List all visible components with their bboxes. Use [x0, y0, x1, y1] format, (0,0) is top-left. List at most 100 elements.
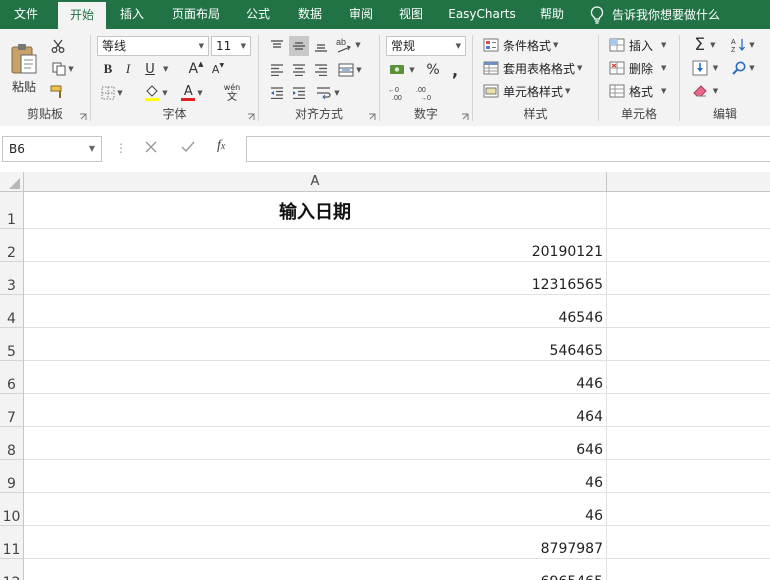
font-color-button[interactable]: A ▼	[175, 82, 209, 104]
wrap-text-button[interactable]: ▼	[313, 83, 343, 103]
accounting-format-button[interactable]: ▼	[386, 60, 418, 80]
table-cell[interactable]	[607, 427, 770, 460]
fill-button[interactable]: ▼	[688, 58, 722, 78]
decrease-decimal-button[interactable]: .00 →0	[414, 83, 438, 103]
increase-indent-button[interactable]	[289, 83, 309, 103]
table-cell[interactable]	[607, 361, 770, 394]
find-select-button[interactable]: ▼	[726, 58, 760, 78]
percent-style-button[interactable]: %	[424, 60, 442, 80]
table-cell[interactable]: 646	[24, 427, 607, 460]
font-name-combo[interactable]: 等线 ▼	[97, 36, 209, 56]
cancel-icon[interactable]	[144, 140, 158, 154]
enter-icon[interactable]	[180, 140, 196, 154]
font-size-combo[interactable]: 11 ▼	[211, 36, 251, 56]
tab-help[interactable]: 帮助	[532, 0, 572, 29]
orientation-button[interactable]: ab ▼	[335, 34, 361, 56]
table-cell[interactable]	[607, 328, 770, 361]
shrink-font-button[interactable]: A ▼	[209, 60, 227, 78]
cut-button[interactable]	[48, 37, 68, 55]
chevron-down-icon[interactable]: ▼	[163, 65, 168, 73]
sort-filter-button[interactable]: A Z ▼	[726, 35, 760, 55]
italic-button[interactable]: I	[119, 60, 137, 78]
row-header[interactable]: 4	[0, 295, 24, 328]
bold-button[interactable]: B	[99, 60, 117, 78]
table-cell[interactable]	[607, 460, 770, 493]
tab-formulas[interactable]: 公式	[238, 0, 278, 29]
formula-bar-grip-icon[interactable]: ⋮	[115, 141, 127, 155]
row-header[interactable]: 10	[0, 493, 24, 526]
table-cell[interactable]: 446	[24, 361, 607, 394]
table-cell[interactable]	[607, 192, 770, 229]
row-header[interactable]: 12	[0, 559, 24, 580]
bottom-align-button[interactable]	[311, 36, 331, 56]
format-as-table-button[interactable]: 套用表格格式 ▼	[483, 58, 582, 78]
row-header[interactable]: 6	[0, 361, 24, 394]
decrease-indent-button[interactable]	[267, 83, 287, 103]
row-header[interactable]: 7	[0, 394, 24, 427]
dialog-launcher-icon[interactable]	[461, 113, 469, 121]
comma-style-button[interactable]: ,	[446, 60, 464, 80]
row-header[interactable]: 8	[0, 427, 24, 460]
underline-button[interactable]: U	[141, 60, 159, 78]
dialog-launcher-icon[interactable]	[368, 113, 376, 121]
format-painter-button[interactable]	[48, 83, 68, 101]
row-header[interactable]: 11	[0, 526, 24, 559]
table-cell[interactable]: 输入日期	[24, 192, 607, 229]
number-format-combo[interactable]: 常规 ▼	[386, 36, 466, 56]
middle-align-button[interactable]	[289, 36, 309, 56]
dialog-launcher-icon[interactable]	[79, 113, 87, 121]
clear-button[interactable]: ▼	[688, 81, 722, 101]
chevron-down-icon[interactable]: ▼	[89, 137, 95, 161]
increase-decimal-button[interactable]: ←0.00	[386, 83, 410, 103]
row-header[interactable]: 5	[0, 328, 24, 361]
tab-easycharts[interactable]: EasyCharts	[446, 0, 518, 29]
tab-insert[interactable]: 插入	[112, 0, 152, 29]
table-cell[interactable]: 46	[24, 460, 607, 493]
table-cell[interactable]	[607, 394, 770, 427]
borders-button[interactable]: ▼	[97, 83, 127, 103]
table-cell[interactable]: 12316565	[24, 262, 607, 295]
paste-button[interactable]: 粘贴	[6, 37, 42, 99]
tab-review[interactable]: 审阅	[341, 0, 381, 29]
phonetic-guide-button[interactable]: wén 文	[217, 81, 247, 105]
tab-view[interactable]: 视图	[391, 0, 431, 29]
table-cell[interactable]: 8797987	[24, 526, 607, 559]
table-cell[interactable]	[607, 229, 770, 262]
table-cell[interactable]: 20190121	[24, 229, 607, 262]
align-right-button[interactable]	[311, 60, 331, 80]
tell-me-search[interactable]: 告诉我你想要做什么	[590, 0, 720, 29]
row-header[interactable]: 9	[0, 460, 24, 493]
dialog-launcher-icon[interactable]	[247, 113, 255, 121]
select-all-button[interactable]	[0, 172, 24, 192]
merge-center-button[interactable]: ▼	[335, 60, 365, 80]
row-header[interactable]: 2	[0, 229, 24, 262]
tab-file[interactable]: 文件	[8, 0, 44, 29]
table-cell[interactable]	[607, 559, 770, 580]
format-cells-button[interactable]: 格式 ▼	[609, 81, 666, 101]
column-header-a[interactable]: A	[24, 172, 607, 192]
table-cell[interactable]	[607, 295, 770, 328]
autosum-button[interactable]: Σ ▼	[688, 35, 722, 55]
cell-styles-button[interactable]: 单元格样式 ▼	[483, 81, 570, 101]
table-cell[interactable]: 6965465	[24, 559, 607, 580]
table-cell[interactable]	[607, 262, 770, 295]
row-header[interactable]: 1	[0, 192, 24, 229]
formula-input[interactable]	[246, 136, 770, 162]
column-header-b[interactable]	[607, 172, 770, 192]
table-cell[interactable]	[607, 493, 770, 526]
fill-color-button[interactable]: ▼	[139, 82, 173, 104]
insert-function-icon[interactable]: fx	[217, 138, 225, 154]
insert-cells-button[interactable]: 插入 ▼	[609, 35, 666, 55]
grow-font-button[interactable]: A ▲	[187, 60, 205, 78]
table-cell[interactable]: 46	[24, 493, 607, 526]
align-center-button[interactable]	[289, 60, 309, 80]
name-box[interactable]: B6 ▼	[2, 136, 102, 162]
top-align-button[interactable]	[267, 36, 287, 56]
tab-data[interactable]: 数据	[290, 0, 330, 29]
copy-button[interactable]: ▼	[48, 60, 78, 78]
tab-home[interactable]: 开始	[58, 2, 106, 29]
align-left-button[interactable]	[267, 60, 287, 80]
table-cell[interactable]: 46546	[24, 295, 607, 328]
tab-page-layout[interactable]: 页面布局	[164, 0, 228, 29]
table-cell[interactable]: 546465	[24, 328, 607, 361]
